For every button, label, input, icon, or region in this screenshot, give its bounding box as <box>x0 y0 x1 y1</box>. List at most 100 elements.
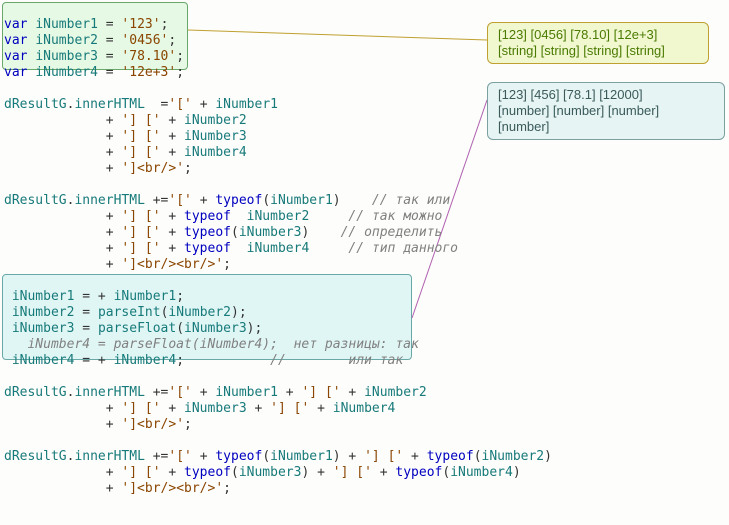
code-token: iNumber2 <box>12 305 75 320</box>
code-token: typeof <box>427 449 474 464</box>
code-token: = + <box>74 353 113 368</box>
code-token: ( <box>262 193 270 208</box>
code-line <box>4 369 552 385</box>
code-line: + ']<br/>'; <box>4 161 552 177</box>
code-token: '78.10' <box>121 49 176 64</box>
code-token: = <box>98 65 121 80</box>
code-token: iNumber2 <box>364 385 427 400</box>
callout-number-output: [123] [456] [78.1] [12000] [number] [num… <box>487 82 725 140</box>
code-token: iNumber3 <box>184 129 247 144</box>
code-token: innerHTML <box>74 385 144 400</box>
code-token: ); <box>247 321 263 336</box>
code-token: + <box>4 401 121 416</box>
code-token: iNumber3 <box>184 321 247 336</box>
code-token: typeof <box>215 449 262 464</box>
code-token: '] [' <box>121 241 160 256</box>
code-token: + <box>4 481 121 496</box>
code-token <box>4 353 12 368</box>
code-token: var <box>4 65 27 80</box>
code-token: + <box>161 401 184 416</box>
code-token: iNumber1 <box>12 289 75 304</box>
code-token: = + <box>74 289 113 304</box>
code-token: = <box>98 17 121 32</box>
code-token: '[' <box>168 449 191 464</box>
code-token: iNumber3 <box>35 49 98 64</box>
code-token: iNumber1 <box>35 17 98 32</box>
code-token: typeof <box>184 465 231 480</box>
code-token: iNumber3 <box>184 401 247 416</box>
code-token: iNumber4 <box>184 145 247 160</box>
code-token: + <box>161 129 184 144</box>
code-token: ( <box>474 449 482 464</box>
code-token: var <box>4 49 27 64</box>
code-line: + '] [' + typeof(iNumber3) // определить <box>4 225 552 241</box>
code-token: + <box>192 449 215 464</box>
code-token: ; <box>176 65 184 80</box>
code-token: + <box>161 145 184 160</box>
code-token: ( <box>231 225 239 240</box>
code-line: dResultG.innerHTML +='[' + typeof(iNumbe… <box>4 449 552 465</box>
code-token: // определить <box>341 225 443 240</box>
code-token: ) <box>544 449 552 464</box>
code-token: = <box>74 321 97 336</box>
code-line: var iNumber2 = '0456'; <box>4 33 552 49</box>
code-token <box>4 321 12 336</box>
code-token: ( <box>262 449 270 464</box>
code-token: dResultG <box>4 449 67 464</box>
code-token: + <box>247 401 270 416</box>
code-token: ; <box>161 17 169 32</box>
code-line: iNumber4 = parseFloat(iNumber4); нет раз… <box>4 337 552 353</box>
code-token: iNumber2 <box>482 449 545 464</box>
code-token <box>309 209 348 224</box>
code-token: innerHTML <box>74 193 144 208</box>
callout-line: [number] [number] [number] [number] <box>498 103 714 135</box>
code-line: iNumber2 = parseInt(iNumber2); <box>4 305 552 321</box>
code-token: iNumber1 <box>215 97 278 112</box>
code-token: iNumber1 <box>270 449 333 464</box>
code-line: + '] [' + iNumber3 + '] [' + iNumber4 <box>4 401 552 417</box>
code-token: = <box>145 97 168 112</box>
code-token: + <box>4 417 121 432</box>
code-token: + <box>4 465 121 480</box>
code-token: var <box>4 33 27 48</box>
code-line: iNumber3 = parseFloat(iNumber3); <box>4 321 552 337</box>
code-token: innerHTML <box>74 97 144 112</box>
code-token: iNumber3 <box>12 321 75 336</box>
code-token <box>231 241 247 256</box>
code-token: + <box>192 385 215 400</box>
code-token: += <box>145 449 168 464</box>
code-token: ) <box>333 193 372 208</box>
code-token: '] [' <box>121 225 160 240</box>
code-token: '12e+3' <box>121 65 176 80</box>
code-token: iNumber2 <box>168 305 231 320</box>
callout-line: [123] [456] [78.1] [12000] <box>498 87 714 103</box>
code-token: '] [' <box>121 113 160 128</box>
code-token: '[' <box>168 385 191 400</box>
code-token: '] [' <box>121 209 160 224</box>
code-token: iNumber1 <box>114 289 177 304</box>
code-token: dResultG <box>4 97 67 112</box>
code-token: '] [' <box>121 145 160 160</box>
code-token: + <box>4 145 121 160</box>
code-line: + '] [' + typeof iNumber4 // тип данного <box>4 241 552 257</box>
code-token: += <box>145 385 168 400</box>
code-line <box>4 177 552 193</box>
code-token: '] [' <box>301 385 340 400</box>
code-token: var <box>4 17 27 32</box>
code-token: + <box>4 161 121 176</box>
callout-string-output: [123] [0456] [78.10] [12e+3] [string] [s… <box>487 22 709 64</box>
code-token: + <box>309 401 332 416</box>
code-token: iNumber2 <box>184 113 247 128</box>
code-token: parseFloat <box>98 321 176 336</box>
code-line: + '] [' + iNumber4 <box>4 145 552 161</box>
code-line: var iNumber4 = '12e+3'; <box>4 65 552 81</box>
code-token: typeof <box>184 241 231 256</box>
code-token: ) <box>513 465 521 480</box>
code-token: ']<br/><br/>' <box>121 481 223 496</box>
code-token: iNumber4 <box>12 353 75 368</box>
code-token: = <box>74 305 97 320</box>
code-token: + <box>341 385 364 400</box>
code-token: '0456' <box>121 33 168 48</box>
code-line: + '] [' + iNumber3 <box>4 129 552 145</box>
code-token: += <box>145 193 168 208</box>
